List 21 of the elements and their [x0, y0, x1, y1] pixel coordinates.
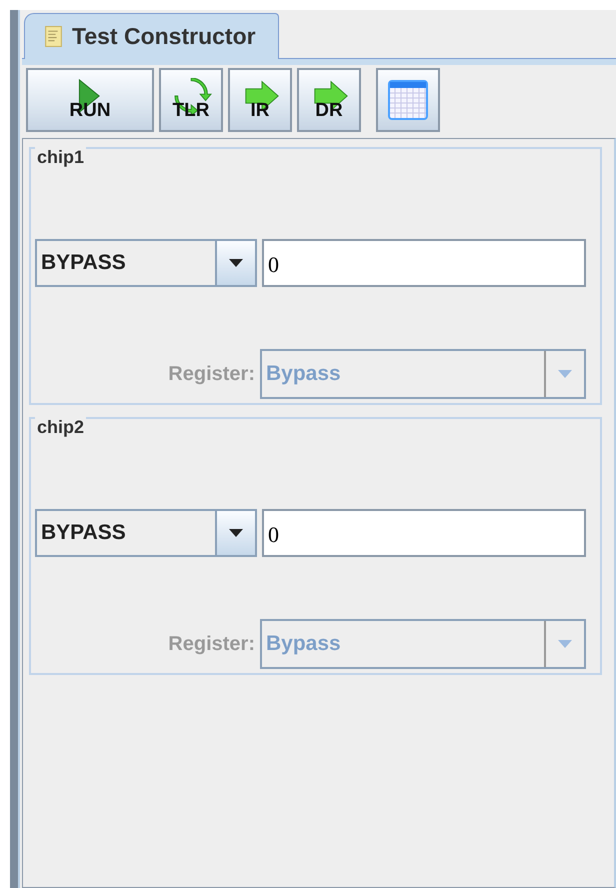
caret-icon — [229, 529, 243, 537]
instruction-dropdown[interactable]: BYPASS — [35, 239, 257, 287]
toolbar-button[interactable]: DR — [297, 68, 361, 132]
group-title: chip1 — [35, 147, 86, 168]
toolbar-button[interactable]: TLR — [159, 68, 223, 132]
cycle-arrows-icon — [173, 78, 213, 114]
value-field[interactable]: 0 — [262, 509, 586, 557]
group-title: chip2 — [35, 417, 86, 438]
table-icon — [388, 80, 428, 120]
tab[interactable]: Test Constructor — [24, 13, 279, 59]
register-label: Register: — [168, 362, 255, 386]
instruction-dropdown[interactable]: BYPASS — [35, 509, 257, 557]
caret-icon — [558, 640, 572, 648]
toolbar-button[interactable]: IR — [228, 68, 292, 132]
caret-icon — [229, 259, 243, 267]
caret-icon — [558, 370, 572, 378]
register-label: Register: — [168, 632, 255, 656]
toolbar-button[interactable]: RUN — [26, 68, 154, 132]
document-icon — [45, 26, 62, 47]
table-button[interactable] — [376, 68, 440, 132]
value-field[interactable]: 0 — [262, 239, 586, 287]
